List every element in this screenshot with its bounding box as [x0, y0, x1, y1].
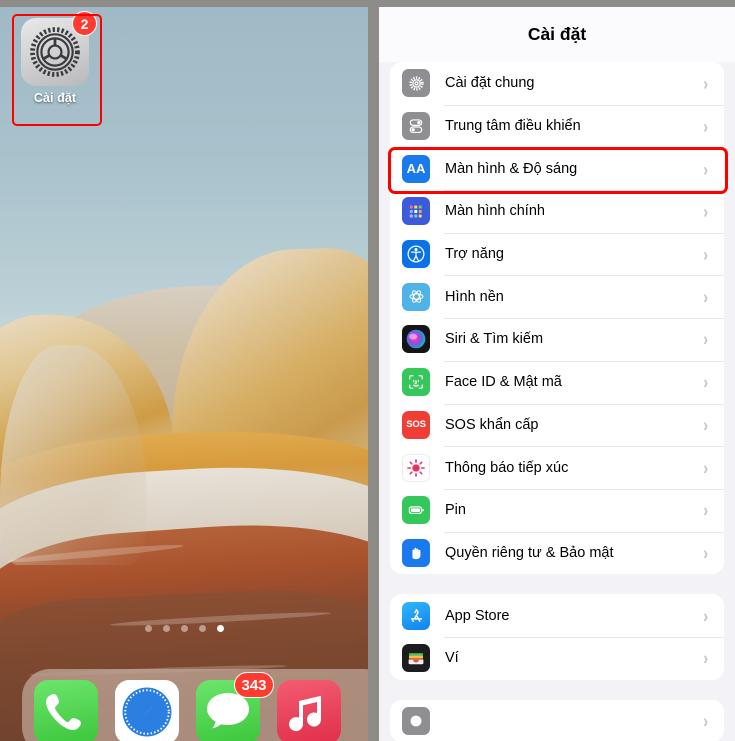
gear-icon: [402, 69, 430, 98]
settings-row-control-center[interactable]: Trung tâm điều khiển ›: [390, 104, 724, 148]
settings-group-system: Cài đặt chung › Trung tâm điều khiển › A…: [390, 62, 724, 575]
chevron-right-icon: ›: [703, 157, 708, 180]
page-dot[interactable]: [162, 625, 170, 632]
display-aa-glyph: AA: [406, 161, 426, 177]
page-title: Cài đặt: [527, 24, 587, 44]
settings-row-home-screen[interactable]: Màn hình chính ›: [390, 190, 724, 233]
music-note-icon[interactable]: [277, 680, 341, 741]
chevron-right-icon: ›: [703, 710, 708, 732]
settings-row-label: SOS khẩn cấp: [445, 416, 539, 433]
settings-row-label: Trung tâm điều khiển: [445, 118, 581, 135]
settings-row-app-store[interactable]: App Store ›: [390, 594, 724, 637]
chevron-right-icon: ›: [703, 604, 708, 627]
settings-row-label: Siri & Tìm kiếm: [445, 331, 544, 348]
ios-home-screen[interactable]: 2 Cài đặt 343: [0, 7, 368, 741]
chevron-right-icon: ›: [703, 200, 708, 223]
settings-row-label: Màn hình chính: [445, 203, 545, 220]
face-id-icon: [402, 368, 430, 397]
settings-list[interactable]: Cài đặt chung › Trung tâm điều khiển › A…: [379, 62, 735, 741]
passwords-icon: [402, 706, 430, 735]
settings-row-label: App Store: [445, 607, 510, 624]
chevron-right-icon: ›: [703, 499, 708, 522]
settings-nav-bar: Cài đặt: [379, 7, 735, 62]
display-aa-icon: AA: [402, 154, 430, 183]
battery-icon: [402, 496, 430, 525]
settings-panel: Cài đặt Cài đặt chung › Trung tâm điều k…: [379, 7, 735, 741]
settings-row-display-brightness[interactable]: AA Màn hình & Độ sáng ›: [390, 147, 724, 191]
settings-row-partial[interactable]: ›: [390, 699, 724, 741]
settings-row-label: Pin: [445, 502, 466, 519]
messages-bubble-icon[interactable]: 343: [196, 672, 274, 741]
chevron-right-icon: ›: [703, 414, 708, 436]
exposure-notification-icon: [402, 453, 430, 482]
dock: 343: [22, 669, 368, 741]
settings-row-label: Hình nền: [445, 288, 504, 305]
settings-gear-icon[interactable]: 2: [21, 11, 97, 86]
control-center-icon: [402, 112, 430, 141]
settings-row-label: Cài đặt chung: [445, 75, 535, 92]
chevron-right-icon: ›: [703, 285, 708, 308]
settings-group-partial: ›: [390, 699, 724, 741]
siri-icon: [402, 325, 430, 354]
chevron-right-icon: ›: [703, 72, 708, 95]
settings-row-label: Quyền riêng tư & Bảo mật: [445, 544, 614, 561]
settings-row-label: Thông báo tiếp xúc: [445, 459, 569, 476]
settings-row-label: Face ID & Mật mã: [445, 374, 562, 391]
app-store-icon: [402, 601, 430, 630]
settings-row-wallet[interactable]: Ví ›: [390, 636, 724, 680]
page-dot[interactable]: [180, 625, 188, 632]
settings-row-accessibility[interactable]: Trợ năng ›: [390, 232, 724, 276]
sos-glyph: SOS: [406, 419, 426, 431]
screen: 2 Cài đặt 343 Cài đặt Cài đặt chung › Tr…: [0, 0, 735, 741]
chevron-right-icon: ›: [703, 243, 708, 265]
chevron-right-icon: ›: [703, 647, 708, 670]
settings-row-emergency-sos[interactable]: SOS SOS khẩn cấp ›: [390, 403, 724, 447]
settings-row-battery[interactable]: Pin ›: [390, 488, 724, 532]
wallpaper-icon: [402, 282, 430, 311]
home-screen-icon: [402, 197, 430, 226]
chevron-right-icon: ›: [703, 328, 708, 351]
settings-row-wallpaper[interactable]: Hình nền ›: [390, 275, 724, 319]
phone-icon[interactable]: [34, 680, 98, 741]
wallet-icon: [402, 644, 430, 673]
safari-compass-icon[interactable]: [115, 680, 179, 741]
settings-row-privacy-security[interactable]: Quyền riêng tư & Bảo mật ›: [390, 531, 724, 575]
page-dot-active[interactable]: [216, 625, 224, 632]
settings-row-label: Trợ năng: [445, 246, 504, 263]
settings-row-label: Ví: [445, 650, 459, 667]
top-gray-bar: [0, 0, 735, 7]
sos-icon: SOS: [402, 410, 430, 439]
chevron-right-icon: ›: [703, 456, 708, 479]
settings-row-face-id-passcode[interactable]: Face ID & Mật mã ›: [390, 360, 724, 404]
privacy-hand-icon: [402, 538, 430, 567]
settings-badge-count: 2: [72, 11, 97, 36]
page-dot[interactable]: [144, 625, 152, 632]
chevron-right-icon: ›: [703, 542, 708, 564]
settings-row-exposure-notifications[interactable]: Thông báo tiếp xúc ›: [390, 446, 724, 489]
chevron-right-icon: ›: [703, 115, 708, 137]
home-app-settings[interactable]: 2 Cài đặt: [16, 11, 97, 105]
settings-row-siri-search[interactable]: Siri & Tìm kiếm ›: [390, 318, 724, 361]
page-dot[interactable]: [198, 625, 206, 632]
accessibility-icon: [402, 240, 430, 269]
panel-divider: [368, 7, 379, 741]
settings-group-store: App Store › Ví ›: [390, 594, 724, 680]
settings-row-label: Màn hình & Độ sáng: [445, 160, 578, 177]
settings-row-general[interactable]: Cài đặt chung ›: [390, 62, 724, 105]
page-indicator-dots[interactable]: [0, 625, 368, 632]
messages-badge-count: 343: [234, 672, 274, 698]
chevron-right-icon: ›: [703, 371, 708, 393]
home-app-label: Cài đặt: [33, 91, 77, 105]
